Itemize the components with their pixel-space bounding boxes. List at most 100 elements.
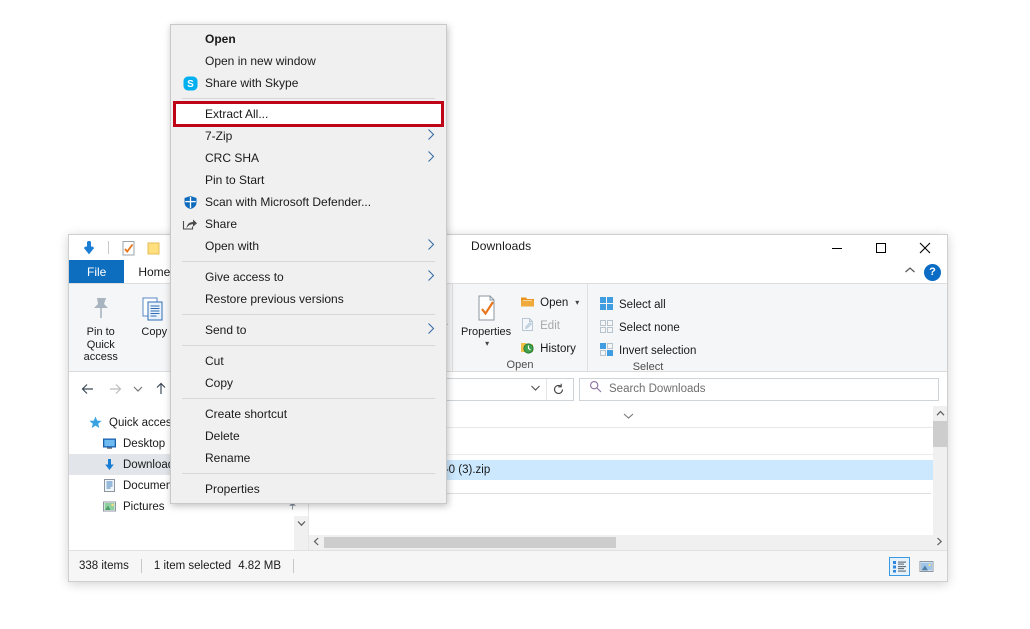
properties-icon[interactable] (118, 239, 138, 257)
select-all-button[interactable]: Select all (596, 294, 699, 315)
star-pin-icon (87, 415, 103, 431)
window-title: Downloads (471, 239, 531, 253)
menu-item-open-with[interactable]: Open with (171, 235, 446, 257)
properties-dropdown-icon[interactable]: ▾ (485, 339, 489, 348)
menu-item-properties-label: Properties (205, 482, 260, 496)
address-dropdown-icon[interactable] (524, 384, 546, 394)
open-small-buttons: Open ▾ Edit (517, 288, 582, 359)
forward-arrow-icon[interactable] (104, 377, 126, 401)
menu-item-share-label: Share (205, 217, 237, 231)
menu-item-send-to-label: Send to (205, 323, 246, 337)
open-label: Open (540, 297, 568, 309)
select-small-buttons: Select all (596, 288, 699, 361)
invert-selection-label: Invert selection (619, 345, 696, 357)
hscroll-thumb[interactable] (324, 537, 616, 548)
details-view-button[interactable] (889, 557, 910, 576)
new-folder-icon[interactable] (144, 239, 164, 257)
help-button[interactable]: ? (924, 264, 941, 281)
minimize-button[interactable] (815, 235, 859, 260)
open-button[interactable]: Open ▾ (517, 292, 582, 313)
screen: Downloads File Home ? (0, 0, 1030, 629)
column-collapse-icon[interactable] (622, 412, 635, 422)
invert-selection-button[interactable]: Invert selection (596, 340, 699, 361)
menu-item-scan-with-defender-label: Scan with Microsoft Defender... (205, 195, 371, 209)
hscroll-right-icon[interactable] (932, 537, 947, 548)
copy-icon (140, 292, 168, 326)
download-icon[interactable] (79, 239, 99, 257)
menu-item-restore-previous-versions-label: Restore previous versions (205, 292, 344, 306)
recent-locations-icon[interactable] (131, 377, 145, 401)
menu-item-7-zip-label: 7-Zip (205, 129, 232, 143)
menu-item-rename[interactable]: Rename (171, 447, 446, 469)
menu-item-open[interactable]: Open (171, 28, 446, 50)
skype-icon: S (182, 75, 198, 91)
menu-item-send-to[interactable]: Send to (171, 319, 446, 341)
menu-item-give-access-to[interactable]: Give access to (171, 266, 446, 288)
menu-item-open-label: Open (205, 32, 236, 46)
menu-separator (182, 345, 435, 346)
tab-file[interactable]: File (69, 260, 124, 283)
status-divider (141, 559, 142, 573)
edit-label: Edit (540, 320, 560, 332)
scroll-up-icon[interactable] (933, 406, 947, 421)
menu-item-share-with-skype[interactable]: S Share with Skype (171, 72, 446, 94)
menu-item-rename-label: Rename (205, 451, 250, 465)
back-arrow-icon[interactable] (77, 377, 99, 401)
menu-separator (182, 261, 435, 262)
group-rule (410, 493, 931, 494)
scroll-thumb[interactable] (933, 421, 947, 447)
history-icon (520, 340, 535, 358)
menu-item-7-zip[interactable]: 7-Zip (171, 125, 446, 147)
search-input[interactable]: Search Downloads (579, 378, 939, 401)
status-bar: 338 items 1 item selected 4.82 MB (69, 550, 947, 581)
menu-item-delete[interactable]: Delete (171, 425, 446, 447)
menu-item-create-shortcut[interactable]: Create shortcut (171, 403, 446, 425)
desktop-icon (101, 436, 117, 452)
downloads-icon (101, 457, 117, 473)
menu-item-share[interactable]: Share (171, 213, 446, 235)
menu-item-copy[interactable]: Copy (171, 372, 446, 394)
hscroll-left-icon[interactable] (309, 537, 324, 548)
properties-button[interactable]: Properties ▾ (461, 288, 511, 348)
select-none-icon (599, 319, 614, 337)
ribbon-group-clipboard-label (77, 364, 178, 371)
horizontal-scrollbar[interactable] (309, 535, 947, 550)
chevron-right-icon (427, 270, 435, 285)
edit-button: Edit (517, 315, 582, 336)
menu-item-extract-all-label: Extract All... (205, 107, 268, 121)
history-button[interactable]: History (517, 338, 582, 359)
menu-item-cut[interactable]: Cut (171, 350, 446, 372)
svg-text:S: S (187, 79, 194, 90)
pin-to-quick-access-label: Pin to Quick access (77, 326, 125, 364)
select-none-button[interactable]: Select none (596, 317, 699, 338)
pin-to-quick-access-button[interactable]: Pin to Quick access (77, 288, 125, 364)
maximize-button[interactable] (859, 235, 903, 260)
navpane-scroll-down-icon[interactable] (294, 516, 308, 531)
menu-item-crc-sha[interactable]: CRC SHA (171, 147, 446, 169)
menu-item-open-in-new-window[interactable]: Open in new window (171, 50, 446, 72)
sidebar-label-pictures: Pictures (123, 501, 165, 513)
refresh-icon[interactable] (546, 379, 570, 400)
open-dropdown-icon[interactable]: ▾ (575, 298, 579, 307)
menu-item-restore-previous-versions[interactable]: Restore previous versions (171, 288, 446, 310)
navpane-scrollbar[interactable] (294, 516, 308, 552)
select-none-label: Select none (619, 322, 680, 334)
copy-label: Copy (141, 326, 167, 339)
toolbar-divider (108, 241, 109, 254)
sidebar-label-quick-access: Quick access (109, 417, 177, 429)
up-arrow-icon[interactable] (150, 377, 172, 401)
close-button[interactable] (903, 235, 947, 260)
context-menu[interactable]: Open Open in new window S Share with Sky… (170, 24, 447, 504)
menu-item-pin-to-start[interactable]: Pin to Start (171, 169, 446, 191)
collapse-ribbon-icon[interactable] (904, 266, 916, 278)
large-icons-view-button[interactable] (916, 557, 937, 576)
ribbon-group-open: Properties ▾ Open (453, 284, 588, 371)
search-icon (589, 380, 602, 398)
menu-item-properties[interactable]: Properties (171, 478, 446, 500)
vertical-scrollbar[interactable] (933, 406, 947, 552)
menu-item-scan-with-defender[interactable]: Scan with Microsoft Defender... (171, 191, 446, 213)
chevron-right-icon (427, 151, 435, 166)
status-divider (293, 559, 294, 573)
selection-label: 1 item selected (154, 560, 231, 572)
menu-item-extract-all[interactable]: Extract All... (171, 103, 446, 125)
